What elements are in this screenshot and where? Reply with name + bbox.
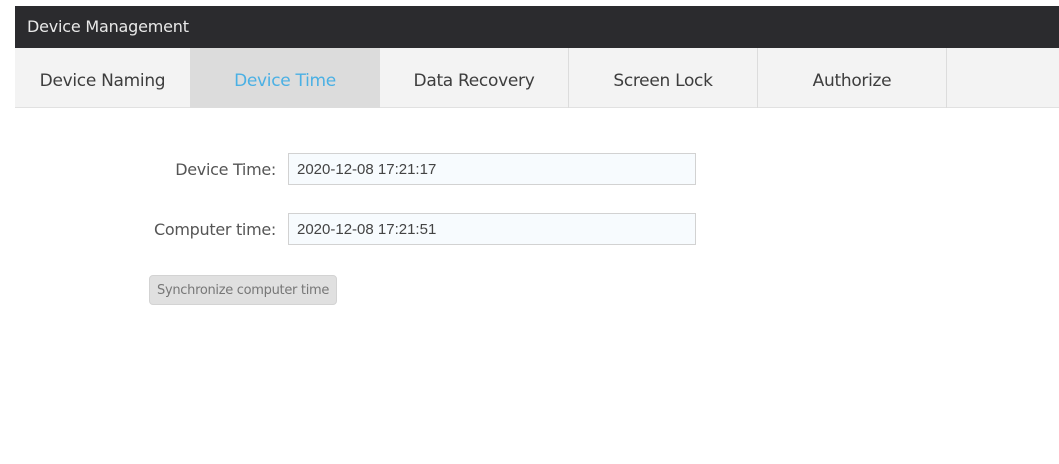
- computer-time-field[interactable]: [288, 213, 696, 245]
- tab-bar-filler: [947, 48, 1059, 108]
- tab-label: Screen Lock: [613, 71, 713, 91]
- tab-data-recovery[interactable]: Data Recovery: [380, 48, 569, 108]
- device-time-row: Device Time:: [138, 153, 696, 185]
- synchronize-computer-time-button[interactable]: Synchronize computer time: [149, 275, 338, 305]
- computer-time-label: Computer time:: [154, 219, 276, 239]
- tab-label: Data Recovery: [413, 71, 535, 91]
- device-time-label: Device Time:: [175, 159, 276, 179]
- tab-authorize[interactable]: Authorize: [758, 48, 947, 108]
- tab-label: Device Naming: [39, 71, 166, 91]
- computer-time-row: Computer time:: [138, 213, 696, 245]
- tab-device-naming[interactable]: Device Naming: [15, 48, 191, 108]
- window-title: Device Management: [27, 17, 189, 36]
- device-time-field[interactable]: [288, 153, 696, 185]
- window-title-bar: Device Management: [15, 6, 1059, 48]
- tab-label: Device Time: [234, 71, 336, 91]
- tab-device-time[interactable]: Device Time: [191, 48, 380, 108]
- tab-screen-lock[interactable]: Screen Lock: [569, 48, 758, 108]
- tab-label: Authorize: [812, 71, 892, 91]
- tab-bar: Device Naming Device Time Data Recovery …: [15, 48, 1059, 108]
- device-management-window: Device Management Device Naming Device T…: [0, 0, 1059, 464]
